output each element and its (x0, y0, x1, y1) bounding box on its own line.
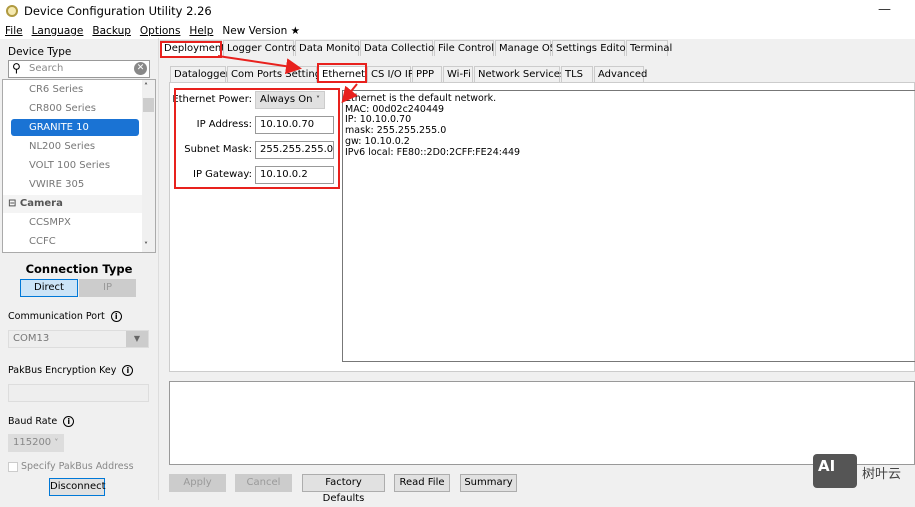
arrow (341, 83, 358, 104)
watermark-text: 树叶云 (862, 467, 902, 482)
arrow (217, 55, 302, 75)
watermark-badge: AI (818, 457, 836, 475)
highlight-box (317, 63, 367, 83)
watermark-logo: AI (813, 454, 857, 488)
highlight-box (160, 41, 222, 58)
annotation-arrows (217, 55, 358, 104)
